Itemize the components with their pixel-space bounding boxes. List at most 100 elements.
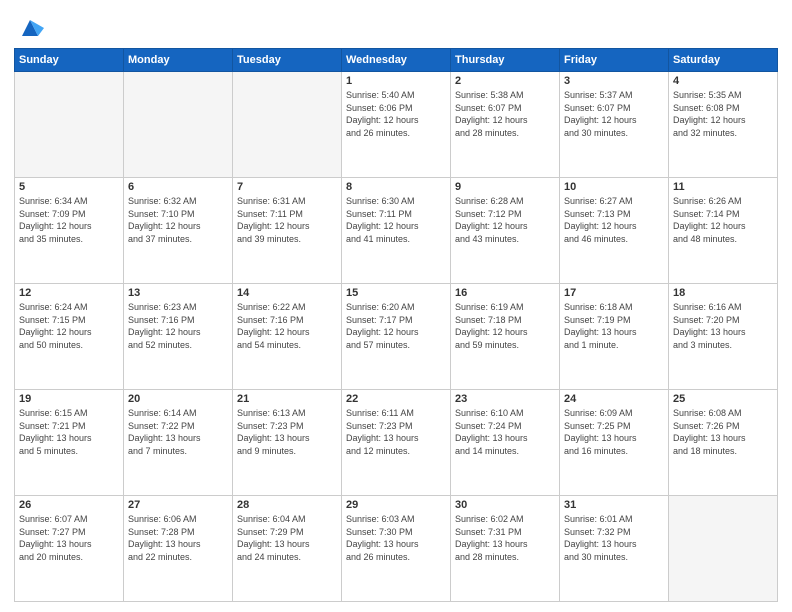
day-info: Sunrise: 6:01 AM Sunset: 7:32 PM Dayligh… [564,513,664,563]
day-number: 28 [237,499,337,511]
day-info: Sunrise: 6:31 AM Sunset: 7:11 PM Dayligh… [237,195,337,245]
day-number: 22 [346,393,446,405]
day-number: 15 [346,287,446,299]
day-info: Sunrise: 6:09 AM Sunset: 7:25 PM Dayligh… [564,407,664,457]
day-info: Sunrise: 6:15 AM Sunset: 7:21 PM Dayligh… [19,407,119,457]
calendar-cell: 18 Sunrise: 6:16 AM Sunset: 7:20 PM Dayli… [669,284,778,390]
calendar-cell [669,496,778,602]
day-number: 10 [564,181,664,193]
calendar-table: SundayMondayTuesdayWednesdayThursdayFrid… [14,48,778,602]
calendar-cell: 3 Sunrise: 5:37 AM Sunset: 6:07 PM Daylig… [560,72,669,178]
week-row-0: 1 Sunrise: 5:40 AM Sunset: 6:06 PM Daylig… [15,72,778,178]
day-number: 21 [237,393,337,405]
day-info: Sunrise: 6:10 AM Sunset: 7:24 PM Dayligh… [455,407,555,457]
calendar-cell: 14 Sunrise: 6:22 AM Sunset: 7:16 PM Dayli… [233,284,342,390]
logo-icon [16,14,44,42]
day-number: 26 [19,499,119,511]
calendar-cell: 1 Sunrise: 5:40 AM Sunset: 6:06 PM Daylig… [342,72,451,178]
day-info: Sunrise: 6:11 AM Sunset: 7:23 PM Dayligh… [346,407,446,457]
day-number: 1 [346,75,446,87]
day-number: 25 [673,393,773,405]
calendar-cell: 10 Sunrise: 6:27 AM Sunset: 7:13 PM Dayli… [560,178,669,284]
calendar-cell: 8 Sunrise: 6:30 AM Sunset: 7:11 PM Daylig… [342,178,451,284]
logo [14,14,44,42]
weekday-header-tuesday: Tuesday [233,49,342,72]
calendar-cell [124,72,233,178]
calendar-cell: 22 Sunrise: 6:11 AM Sunset: 7:23 PM Dayli… [342,390,451,496]
day-number: 18 [673,287,773,299]
calendar-cell: 23Sunrise: 6:10 AM Sunset: 7:24 PM Dayli… [451,390,560,496]
day-number: 29 [346,499,446,511]
calendar-cell: 13 Sunrise: 6:23 AM Sunset: 7:16 PM Dayli… [124,284,233,390]
weekday-header-monday: Monday [124,49,233,72]
calendar-cell: 21 Sunrise: 6:13 AM Sunset: 7:23 PM Dayli… [233,390,342,496]
weekday-header-sunday: Sunday [15,49,124,72]
day-info: Sunrise: 6:32 AM Sunset: 7:10 PM Dayligh… [128,195,228,245]
day-info: Sunrise: 5:40 AM Sunset: 6:06 PM Dayligh… [346,89,446,139]
day-info: Sunrise: 6:08 AM Sunset: 7:26 PM Dayligh… [673,407,773,457]
day-number: 12 [19,287,119,299]
calendar-cell: 27 Sunrise: 6:06 AM Sunset: 7:28 PM Dayli… [124,496,233,602]
day-number: 19 [19,393,119,405]
header [14,10,778,42]
day-number: 16 [455,287,555,299]
day-number: 3 [564,75,664,87]
calendar-cell: 12 Sunrise: 6:24 AM Sunset: 7:15 PM Dayli… [15,284,124,390]
calendar-cell: 16 Sunrise: 6:19 AM Sunset: 7:18 PM Dayli… [451,284,560,390]
day-number: 9 [455,181,555,193]
day-info: Sunrise: 6:19 AM Sunset: 7:18 PM Dayligh… [455,301,555,351]
day-number: 7 [237,181,337,193]
day-info: Sunrise: 6:07 AM Sunset: 7:27 PM Dayligh… [19,513,119,563]
day-info: Sunrise: 6:23 AM Sunset: 7:16 PM Dayligh… [128,301,228,351]
day-info: Sunrise: 6:24 AM Sunset: 7:15 PM Dayligh… [19,301,119,351]
day-number: 14 [237,287,337,299]
calendar-cell: 26 Sunrise: 6:07 AM Sunset: 7:27 PM Dayli… [15,496,124,602]
calendar-cell: 24Sunrise: 6:09 AM Sunset: 7:25 PM Dayli… [560,390,669,496]
day-info: Sunrise: 6:27 AM Sunset: 7:13 PM Dayligh… [564,195,664,245]
calendar-cell: 11Sunrise: 6:26 AM Sunset: 7:14 PM Dayli… [669,178,778,284]
day-number: 17 [564,287,664,299]
day-number: 8 [346,181,446,193]
calendar-cell: 4Sunrise: 5:35 AM Sunset: 6:08 PM Daylig… [669,72,778,178]
day-info: Sunrise: 6:04 AM Sunset: 7:29 PM Dayligh… [237,513,337,563]
day-info: Sunrise: 6:14 AM Sunset: 7:22 PM Dayligh… [128,407,228,457]
day-info: Sunrise: 6:02 AM Sunset: 7:31 PM Dayligh… [455,513,555,563]
day-info: Sunrise: 5:38 AM Sunset: 6:07 PM Dayligh… [455,89,555,139]
day-info: Sunrise: 6:22 AM Sunset: 7:16 PM Dayligh… [237,301,337,351]
day-info: Sunrise: 6:26 AM Sunset: 7:14 PM Dayligh… [673,195,773,245]
day-number: 13 [128,287,228,299]
day-number: 30 [455,499,555,511]
calendar-cell: 6Sunrise: 6:32 AM Sunset: 7:10 PM Daylig… [124,178,233,284]
calendar-cell [233,72,342,178]
weekday-header-thursday: Thursday [451,49,560,72]
day-number: 27 [128,499,228,511]
day-info: Sunrise: 6:03 AM Sunset: 7:30 PM Dayligh… [346,513,446,563]
week-row-4: 26 Sunrise: 6:07 AM Sunset: 7:27 PM Dayli… [15,496,778,602]
weekday-header-friday: Friday [560,49,669,72]
calendar-cell: 19 Sunrise: 6:15 AM Sunset: 7:21 PM Dayli… [15,390,124,496]
week-row-3: 19 Sunrise: 6:15 AM Sunset: 7:21 PM Dayli… [15,390,778,496]
weekday-header-saturday: Saturday [669,49,778,72]
day-number: 20 [128,393,228,405]
calendar-cell: 28 Sunrise: 6:04 AM Sunset: 7:29 PM Dayli… [233,496,342,602]
day-info: Sunrise: 6:13 AM Sunset: 7:23 PM Dayligh… [237,407,337,457]
day-info: Sunrise: 6:34 AM Sunset: 7:09 PM Dayligh… [19,195,119,245]
calendar-cell: 15 Sunrise: 6:20 AM Sunset: 7:17 PM Dayli… [342,284,451,390]
calendar-cell: 17 Sunrise: 6:18 AM Sunset: 7:19 PM Dayli… [560,284,669,390]
day-info: Sunrise: 6:06 AM Sunset: 7:28 PM Dayligh… [128,513,228,563]
calendar-cell: 25 Sunrise: 6:08 AM Sunset: 7:26 PM Dayli… [669,390,778,496]
calendar-cell: 30 Sunrise: 6:02 AM Sunset: 7:31 PM Dayli… [451,496,560,602]
day-number: 5 [19,181,119,193]
day-info: Sunrise: 6:16 AM Sunset: 7:20 PM Dayligh… [673,301,773,351]
day-info: Sunrise: 6:30 AM Sunset: 7:11 PM Dayligh… [346,195,446,245]
day-number: 31 [564,499,664,511]
day-info: Sunrise: 6:20 AM Sunset: 7:17 PM Dayligh… [346,301,446,351]
day-info: Sunrise: 5:37 AM Sunset: 6:07 PM Dayligh… [564,89,664,139]
calendar-cell: 20 Sunrise: 6:14 AM Sunset: 7:22 PM Dayli… [124,390,233,496]
weekday-header-wednesday: Wednesday [342,49,451,72]
calendar-cell: 5 Sunrise: 6:34 AM Sunset: 7:09 PM Daylig… [15,178,124,284]
calendar-cell: 2Sunrise: 5:38 AM Sunset: 6:07 PM Daylig… [451,72,560,178]
page: SundayMondayTuesdayWednesdayThursdayFrid… [0,0,792,612]
day-info: Sunrise: 6:18 AM Sunset: 7:19 PM Dayligh… [564,301,664,351]
calendar-cell: 7 Sunrise: 6:31 AM Sunset: 7:11 PM Daylig… [233,178,342,284]
